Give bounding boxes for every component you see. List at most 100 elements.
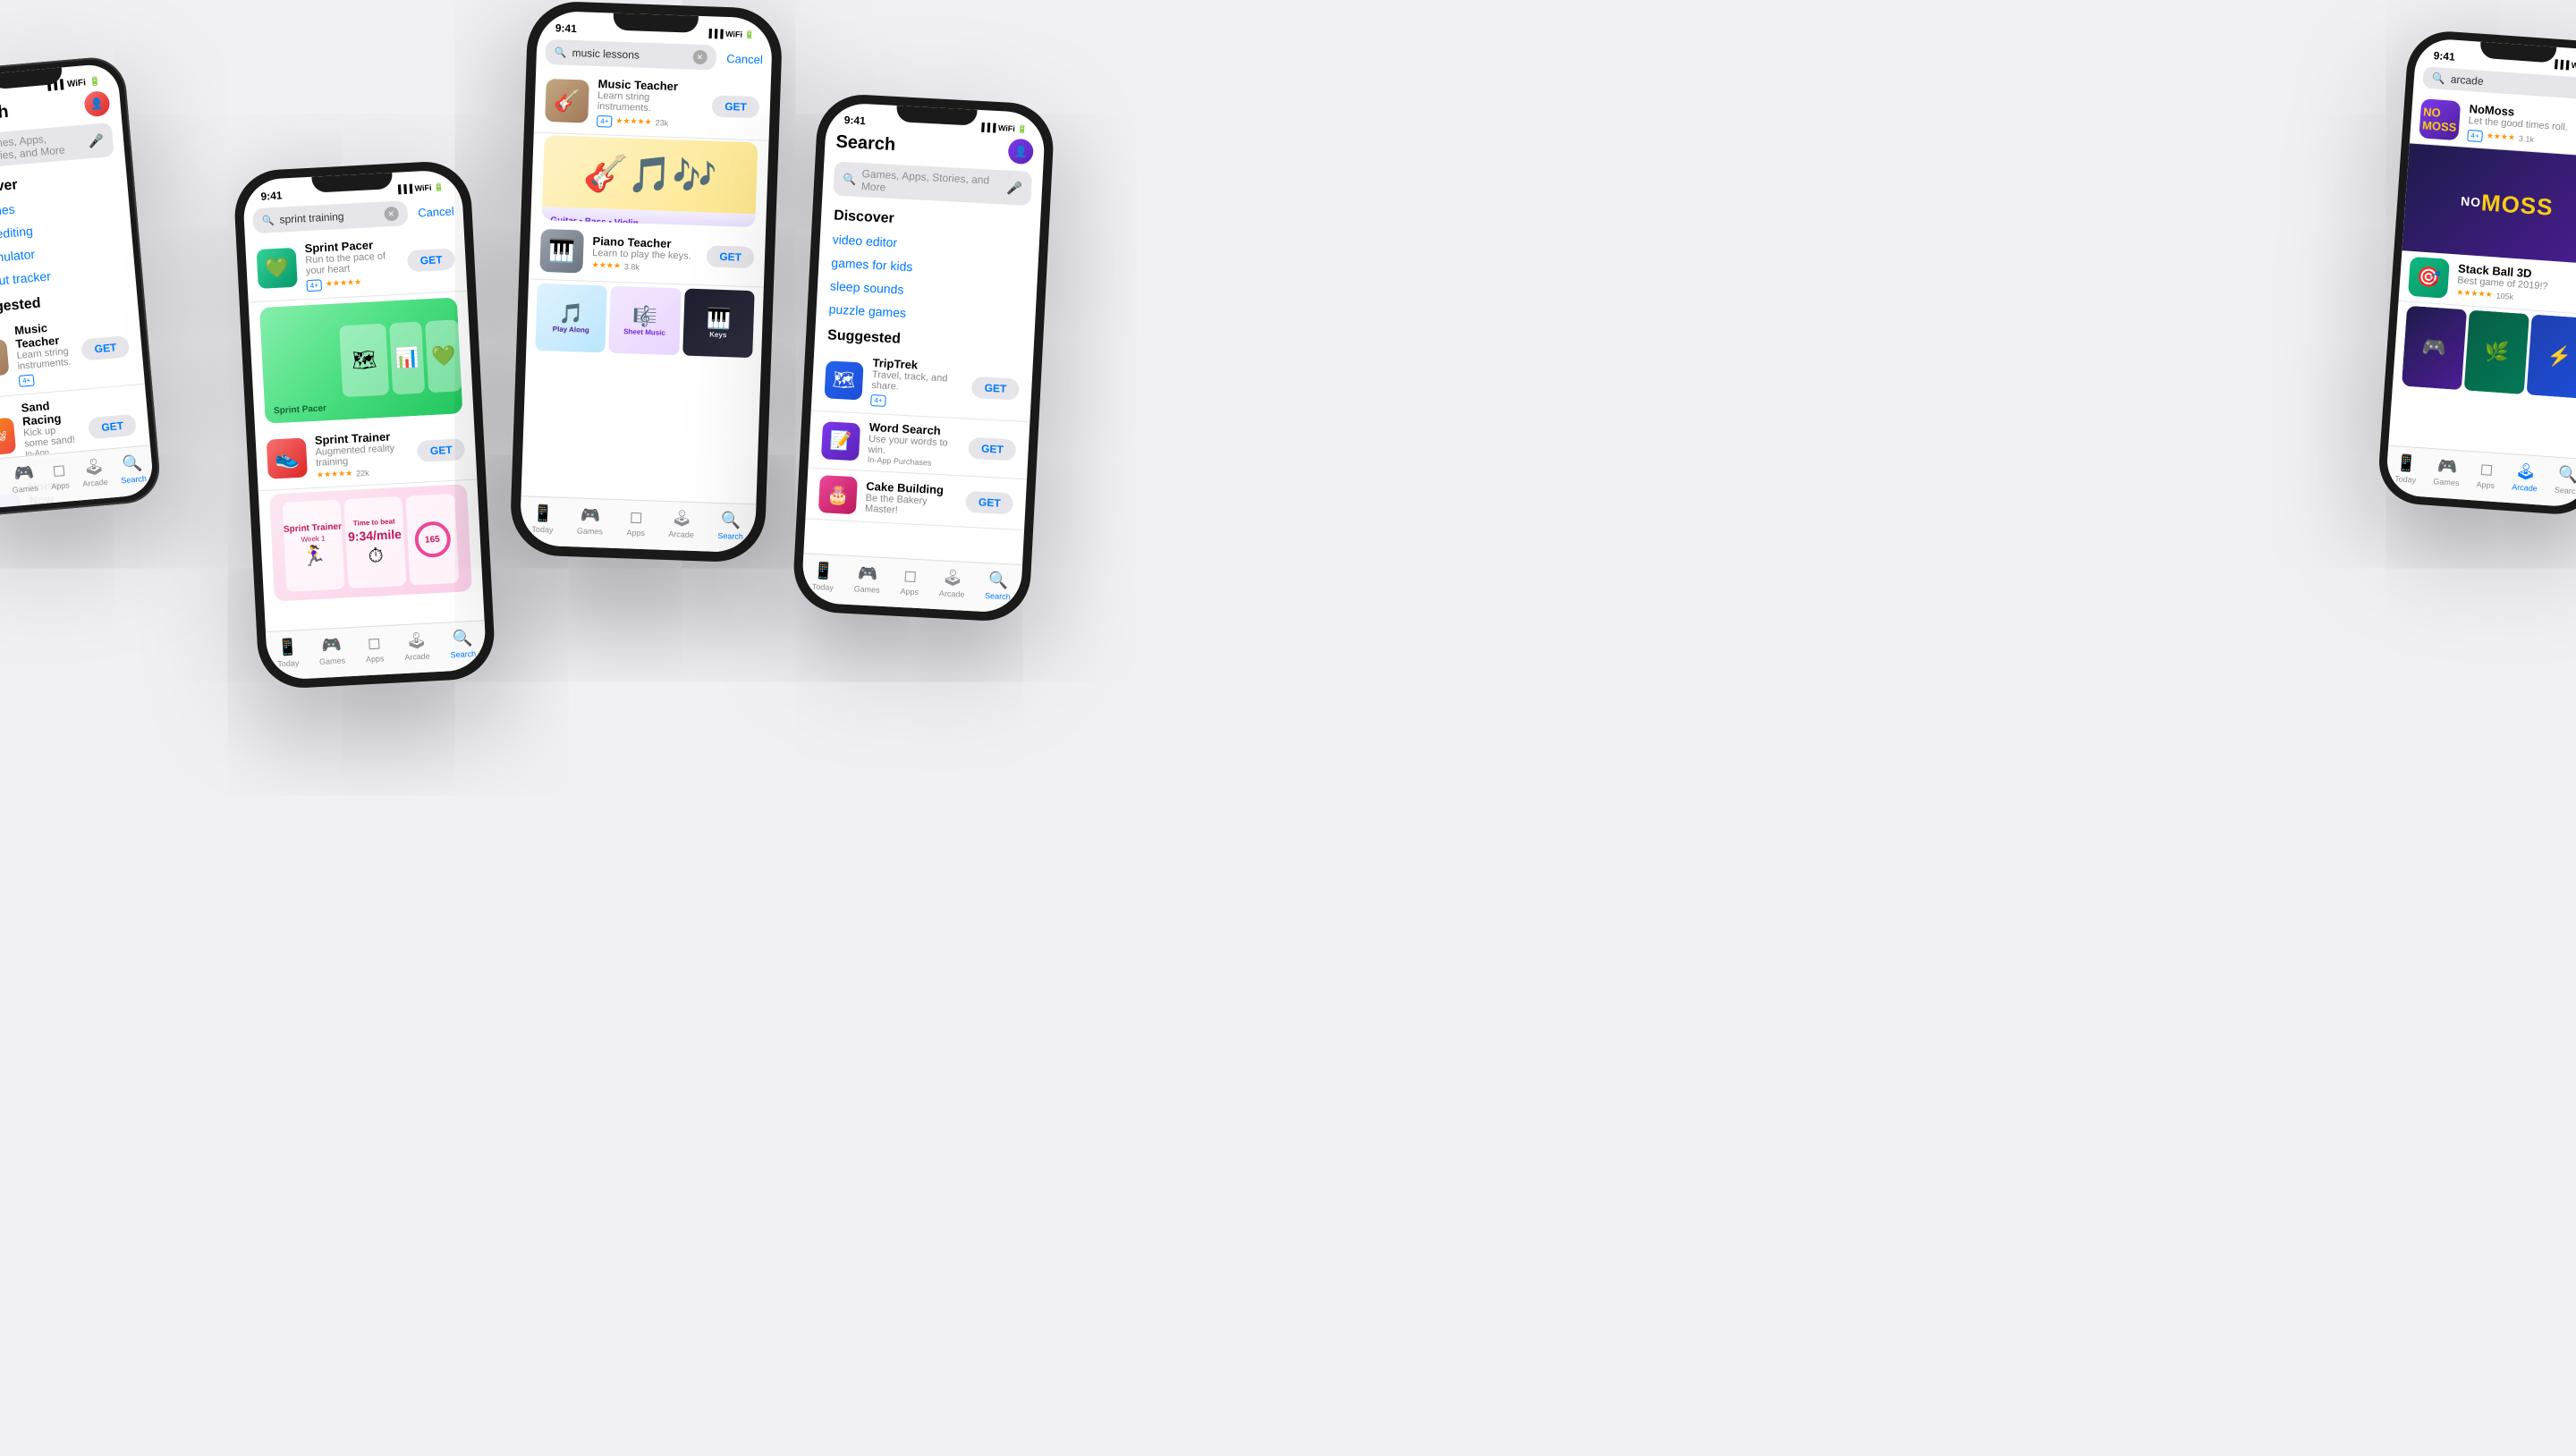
search-bar-3[interactable]: 🔍 music lessons ✕ bbox=[545, 39, 716, 71]
app-icon-music-teacher: 🎸 bbox=[0, 339, 9, 377]
get-btn-music-3[interactable]: GET bbox=[712, 95, 759, 118]
status-time-5: 9:41 bbox=[2433, 49, 2455, 63]
search-bar[interactable]: 🔍 Games, Apps, Stories, and More 🎤 bbox=[0, 123, 114, 171]
tab-apps-2[interactable]: ◻Apps bbox=[364, 633, 384, 664]
tab-games-4[interactable]: 🎮Games bbox=[853, 563, 881, 594]
search-placeholder-4: Games, Apps, Stories, and More bbox=[861, 167, 1003, 199]
search-query-2: sprint training bbox=[279, 208, 378, 226]
trainer-count: 22k bbox=[356, 468, 369, 478]
get-btn-triptrek[interactable]: GET bbox=[971, 376, 1020, 400]
trainer-stars: ★★★★★ bbox=[317, 469, 353, 480]
tab-today-3[interactable]: 📱Today bbox=[531, 504, 554, 534]
app-info-piano: Piano Teacher Learn to play the keys. ★★… bbox=[591, 234, 699, 274]
clear-button-2[interactable]: ✕ bbox=[384, 207, 399, 222]
app-icon-sand: 🏎 bbox=[0, 418, 16, 456]
app-desc-sprint: Run to the pace of your heart bbox=[305, 250, 399, 276]
clear-button-3[interactable]: ✕ bbox=[692, 50, 708, 65]
tab-search-3[interactable]: 🔍Search bbox=[717, 510, 744, 540]
tab-games[interactable]: 🎮Games bbox=[10, 462, 38, 494]
app-desc-trainer: Augmented reality training bbox=[315, 442, 409, 468]
cancel-button-3[interactable]: Cancel bbox=[726, 51, 763, 65]
tab-bar-4: 📱Today 🎮Games ◻Apps 🕹Arcade 🔍Search bbox=[801, 553, 1023, 614]
tab-arcade-4[interactable]: 🕹Arcade bbox=[939, 568, 966, 598]
tab-arcade[interactable]: 🕹Arcade bbox=[80, 456, 108, 487]
app-icon-triptrek: 🗺 bbox=[825, 360, 864, 400]
grid-item-3: 🎹 Keys bbox=[682, 289, 755, 359]
get-btn-word[interactable]: GET bbox=[969, 436, 1017, 461]
tab-games-3[interactable]: 🎮Games bbox=[577, 505, 604, 536]
tab-arcade-3[interactable]: 🕹Arcade bbox=[668, 509, 695, 539]
page-title-4: Search bbox=[835, 131, 896, 155]
get-btn-cake[interactable]: GET bbox=[965, 491, 1013, 515]
music-badge-3: 4+ bbox=[597, 115, 613, 128]
cancel-button-2[interactable]: Cancel bbox=[418, 204, 454, 219]
music-count-3: 23k bbox=[656, 118, 669, 128]
tab-apps-4[interactable]: ◻Apps bbox=[900, 566, 919, 597]
search-icon-5: 🔍 bbox=[2432, 72, 2446, 85]
tab-arcade-2[interactable]: 🕹Arcade bbox=[403, 631, 430, 661]
tab-today-4[interactable]: 📱Today bbox=[812, 561, 835, 591]
app-row-sprint-trainer: 👟 Sprint Trainer Augmented reality train… bbox=[255, 419, 477, 492]
app-info-cake: Cake Building Be the Bakery Master! bbox=[865, 478, 958, 518]
app-icon-sprint: 💚 bbox=[257, 248, 298, 289]
app-info-stackball: Stack Ball 3D Best game of 2019!? ★★★★★ … bbox=[2456, 262, 2576, 308]
sprint-card-image: 🗺 📊 💚 Sprint Pacer bbox=[259, 297, 463, 423]
piano-count: 3.8k bbox=[624, 262, 640, 272]
search-icon-3: 🔍 bbox=[555, 47, 567, 58]
get-btn-sprint[interactable]: GET bbox=[407, 248, 455, 272]
nomoss-count: 3.1k bbox=[2519, 133, 2535, 143]
tab-search-4[interactable]: 🔍Search bbox=[985, 570, 1012, 600]
status-time-4: 9:41 bbox=[843, 114, 866, 127]
stackball-stars: ★★★★★ bbox=[2456, 287, 2493, 300]
phone-5: 9:41 ▐▐▐ WiFi 🔋 🔍 arcade NOMOSS NoMoss L… bbox=[2377, 29, 2576, 517]
tab-games-5[interactable]: 🎮Games bbox=[2433, 456, 2461, 487]
app-info-nomoss: NoMoss Let the good times roll. 4+ ★★★★ … bbox=[2467, 102, 2576, 151]
sprint-badge: 4+ bbox=[306, 279, 322, 292]
app-desc-triptrek: Travel, track, and share. bbox=[871, 369, 963, 395]
get-button-sand[interactable]: GET bbox=[88, 414, 137, 439]
app-icon-piano: 🎹 bbox=[539, 229, 584, 274]
stackball-count: 105k bbox=[2496, 291, 2513, 301]
get-btn-piano[interactable]: GET bbox=[707, 245, 754, 268]
tab-today-2[interactable]: 📱Today bbox=[276, 638, 300, 668]
tab-search[interactable]: 🔍Search bbox=[119, 453, 147, 485]
app-badge: 4+ bbox=[19, 374, 35, 386]
status-time-3: 9:41 bbox=[555, 21, 578, 35]
search-query-5: arcade bbox=[2450, 72, 2484, 88]
profile-avatar-4[interactable]: 👤 bbox=[1008, 139, 1034, 165]
app-row-sprint-pacer: 💚 Sprint Pacer Run to the pace of your h… bbox=[245, 226, 467, 303]
app-row-cake: 🎂 Cake Building Be the Bakery Master! GE… bbox=[805, 468, 1027, 530]
mic-icon-4[interactable]: 🎤 bbox=[1006, 180, 1022, 196]
tab-arcade-5[interactable]: 🕹Arcade bbox=[2512, 461, 2539, 493]
grid-item-2: 🎼 Sheet Music bbox=[609, 286, 682, 356]
tab-games-2[interactable]: 🎮Games bbox=[318, 635, 346, 665]
nomoss-hero-image: NOMOSS bbox=[2402, 143, 2576, 265]
app-icon-word: 📝 bbox=[821, 421, 860, 461]
get-btn-trainer[interactable]: GET bbox=[417, 438, 465, 462]
app-row-stackball: 🎯 Stack Ball 3D Best game of 2019!? ★★★★… bbox=[2398, 250, 2576, 316]
app-info-music-3: Music Teacher Learn string instruments. … bbox=[597, 77, 704, 131]
tab-apps-3[interactable]: ◻Apps bbox=[626, 507, 646, 538]
app-icon-nomoss: NOMOSS bbox=[2419, 98, 2461, 140]
tab-search-5[interactable]: 🔍Search bbox=[2555, 464, 2576, 495]
search-icon-2: 🔍 bbox=[262, 214, 275, 226]
tab-today-5[interactable]: 📱Today bbox=[2394, 453, 2418, 485]
profile-avatar[interactable]: 👤 bbox=[83, 90, 110, 117]
search-bar-2[interactable]: 🔍 sprint training ✕ bbox=[252, 200, 408, 233]
trainer-card-image: Sprint Trainer Week 1 🏃‍♀️ Time to beat … bbox=[269, 484, 472, 601]
app-info-sprint: Sprint Pacer Run to the pace of your hea… bbox=[304, 237, 400, 292]
get-button-music[interactable]: GET bbox=[81, 335, 131, 360]
tab-search-2[interactable]: 🔍Search bbox=[449, 628, 476, 658]
search-bar-4[interactable]: 🔍 Games, Apps, Stories, and More 🎤 bbox=[833, 162, 1032, 207]
app-desc-music-3: Learn string instruments. bbox=[597, 90, 704, 115]
mic-icon[interactable]: 🎤 bbox=[88, 132, 105, 148]
app-row-music-teacher-3: 🎸 Music Teacher Learn string instruments… bbox=[534, 68, 771, 141]
nomoss-stars: ★★★★ bbox=[2486, 131, 2515, 142]
tab-apps-5[interactable]: ◻Apps bbox=[2476, 459, 2496, 489]
music-hero-image: 🎸🎵🎶 Guitar • Bass • Violin bbox=[541, 135, 758, 227]
tab-bar-3: 📱Today 🎮Games ◻Apps 🕹Arcade 🔍Search bbox=[520, 495, 757, 553]
app-info-triptrek: TripTrek Travel, track, and share. 4+ bbox=[870, 356, 964, 411]
tab-apps[interactable]: ◻Apps bbox=[49, 460, 70, 491]
tab-bar-2: 📱Today 🎮Games ◻Apps 🕹Arcade 🔍Search bbox=[266, 620, 487, 681]
phone-2: 9:41 ▐▐▐ WiFi 🔋 🔍 sprint training ✕ Canc… bbox=[233, 159, 496, 690]
